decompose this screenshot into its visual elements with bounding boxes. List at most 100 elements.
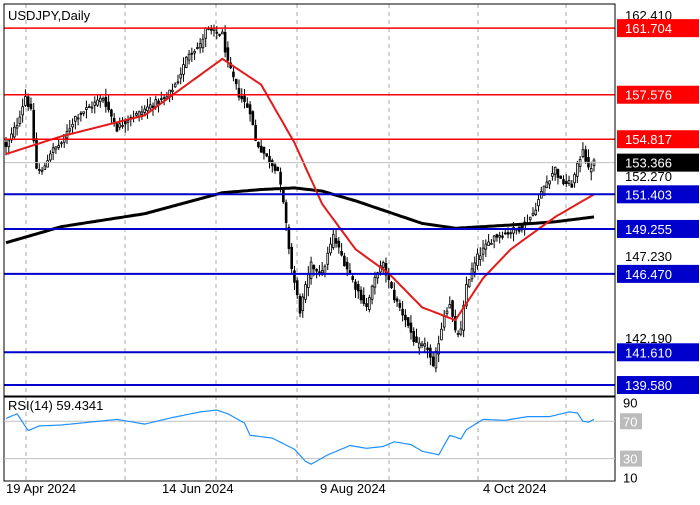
candle-body	[370, 285, 374, 300]
candle-body	[248, 104, 252, 115]
symbol-title: USDJPY,Daily	[8, 8, 91, 23]
candle-body	[151, 105, 155, 109]
candle-body	[307, 273, 310, 289]
candle-body	[148, 104, 152, 109]
chart-svg: 90703010 162.410 152.270 147.230 142.190…	[0, 0, 700, 500]
candle-body	[295, 280, 299, 296]
candle-body	[423, 343, 427, 347]
candle-body	[234, 78, 238, 85]
candle-body	[345, 261, 349, 270]
candle-body	[362, 294, 366, 304]
candle-body	[304, 284, 307, 300]
candle-body	[254, 125, 257, 141]
candle-body	[257, 141, 260, 148]
candle-body	[490, 243, 493, 245]
candle-body	[567, 180, 571, 184]
candle-body	[589, 168, 593, 173]
candle-body	[43, 165, 47, 171]
candle-body	[273, 164, 277, 171]
candle-body	[143, 108, 146, 113]
candle-body	[368, 297, 371, 310]
candle-body	[415, 336, 418, 343]
candle	[276, 166, 280, 172]
red-level-label: 157.576	[625, 88, 672, 103]
candle-body	[562, 179, 565, 185]
candle-body	[37, 169, 41, 171]
candle-body	[268, 155, 271, 164]
candle-body	[395, 298, 399, 302]
candle-body	[298, 295, 302, 314]
candle-body	[528, 216, 532, 221]
candle-body	[85, 107, 88, 110]
candle-body	[570, 183, 574, 188]
candle-body	[431, 356, 435, 367]
candle-body	[279, 171, 282, 185]
candle-body	[60, 142, 63, 145]
candle-body	[18, 116, 22, 124]
x-tick-label: 19 Apr 2024	[6, 481, 76, 496]
candle-body	[503, 232, 507, 235]
x-tick-label: 14 Jun 2024	[162, 481, 234, 496]
candle-body	[215, 31, 219, 34]
candle-body	[484, 243, 488, 250]
candle-body	[365, 303, 368, 307]
candle-body	[584, 149, 587, 162]
candle-body	[573, 174, 576, 184]
candle-body	[459, 328, 463, 335]
candle-body	[326, 252, 330, 265]
candle-body	[46, 160, 49, 168]
candle-body	[445, 310, 449, 315]
candle-body	[265, 153, 269, 157]
candle	[282, 188, 285, 204]
candle-body	[237, 87, 241, 98]
candle-body	[473, 262, 477, 273]
candle-body	[184, 56, 188, 68]
candle-body	[162, 97, 166, 100]
candle-body	[545, 181, 549, 189]
rsi-axis-label: 90	[623, 396, 637, 411]
candle-body	[487, 241, 490, 246]
candle-body	[4, 142, 8, 147]
candle-body	[564, 181, 568, 185]
candle-body	[74, 115, 77, 122]
candle-body	[343, 255, 346, 267]
candle-body	[334, 238, 338, 244]
candle-body	[99, 97, 102, 103]
current-price-tag: 153.366	[617, 153, 699, 172]
candle-body	[179, 73, 183, 79]
red-level-label: 154.817	[625, 132, 672, 147]
candle-body	[293, 270, 296, 283]
candle	[184, 55, 188, 69]
candle	[368, 294, 371, 313]
blue-level-label: 151.403	[625, 187, 672, 202]
candle-body	[548, 180, 551, 185]
candle-body	[301, 296, 305, 311]
candle-body	[123, 121, 127, 125]
candle-body	[160, 98, 163, 101]
candle-body	[262, 146, 266, 154]
candle	[390, 280, 393, 290]
rsi-axis-label: 30	[623, 452, 637, 467]
candle-body	[171, 89, 174, 92]
candle-body	[506, 232, 510, 235]
candle-body	[359, 289, 363, 301]
candle-body	[90, 106, 94, 109]
candle-body	[246, 103, 249, 108]
candle-body	[398, 302, 402, 308]
candle-body	[176, 81, 180, 84]
candle-body	[104, 96, 108, 107]
candle-body	[107, 101, 110, 111]
candle-body	[337, 240, 341, 248]
candle-body	[154, 99, 158, 107]
candle-body	[68, 128, 72, 132]
red-level-tag: 154.817	[617, 130, 699, 149]
candle-body	[412, 331, 416, 342]
candle-body	[276, 166, 280, 172]
candle-body	[476, 253, 479, 266]
candle-body	[551, 173, 554, 177]
candle-body	[223, 31, 227, 53]
candle-body	[115, 123, 119, 132]
candle-body	[576, 163, 579, 177]
candle-body	[187, 53, 191, 61]
candle-body	[146, 106, 149, 111]
